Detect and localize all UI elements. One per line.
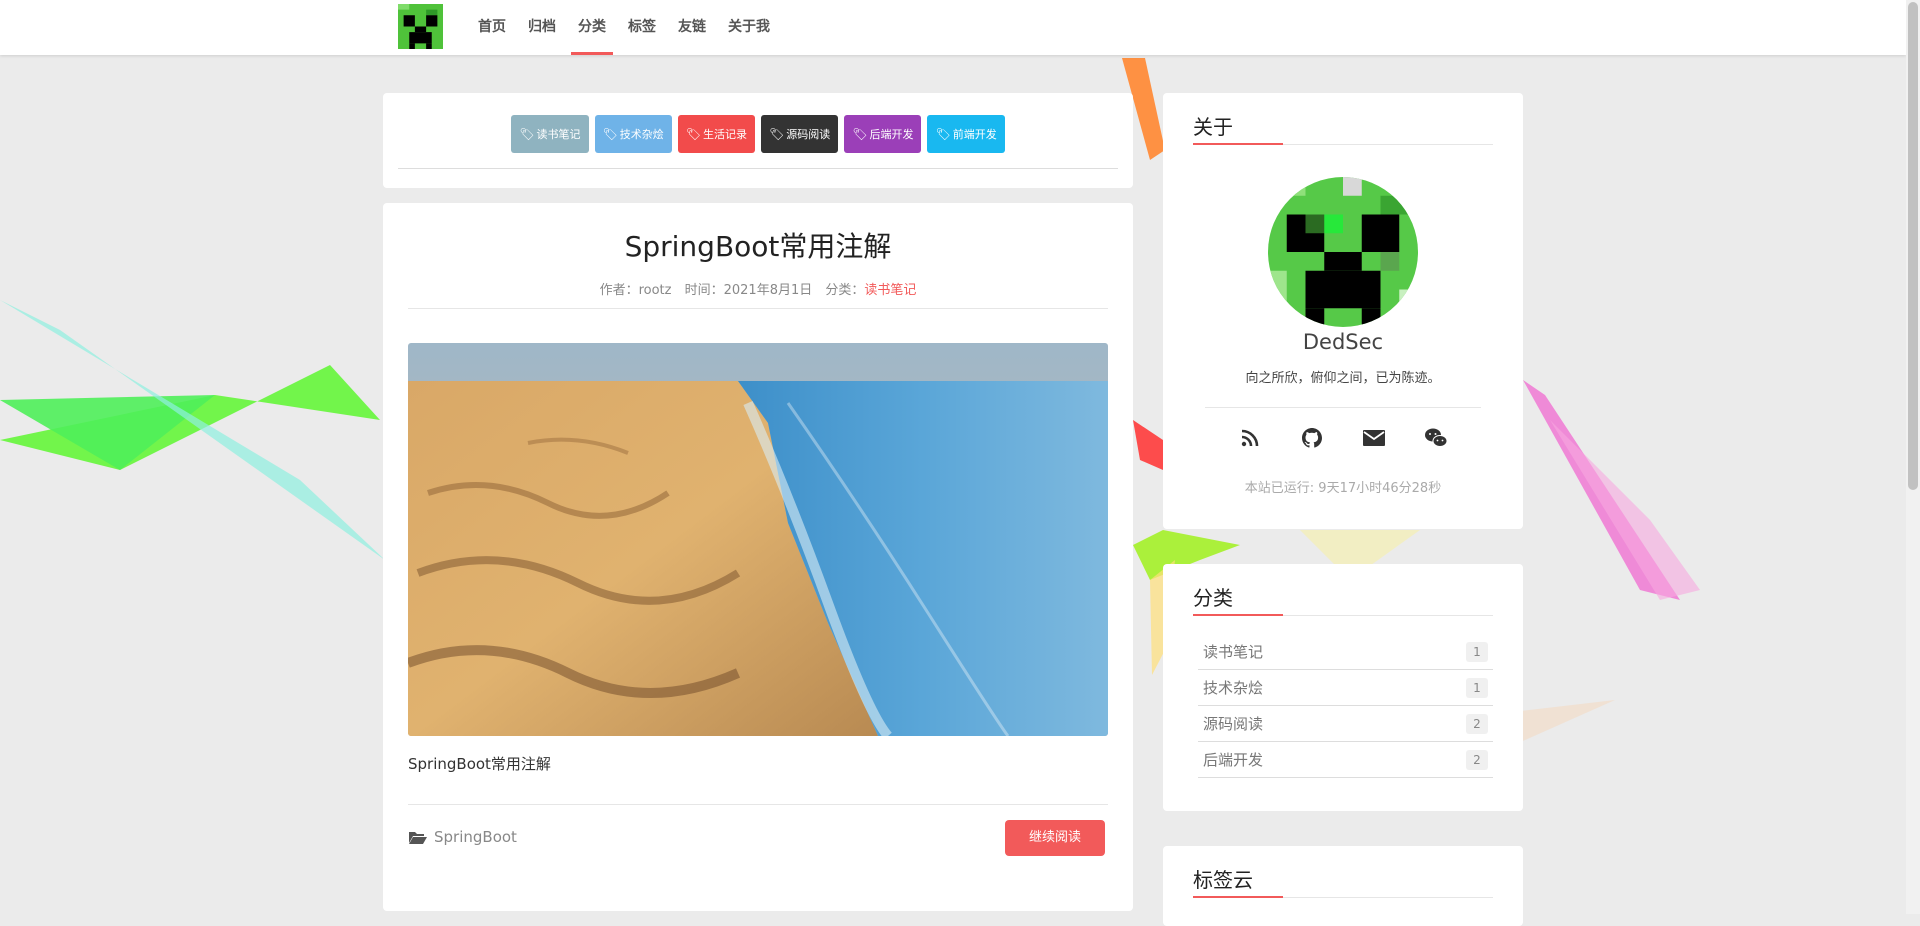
category-item[interactable]: 读书笔记 1 <box>1198 634 1493 670</box>
tag-icon: 🏷 <box>935 127 951 141</box>
tag-frontend[interactable]: 🏷 前端开发 <box>927 115 1005 153</box>
page-scrollbar[interactable] <box>1906 0 1920 914</box>
tag-reading-notes[interactable]: 🏷 读书笔记 <box>511 115 589 153</box>
category-count-badge: 1 <box>1466 677 1488 698</box>
category-count-badge: 1 <box>1466 641 1488 662</box>
divider <box>408 804 1108 805</box>
site-motto: 向之所欣，俯仰之间，已为陈迹。 <box>1245 371 1441 386</box>
title-accent <box>1193 143 1283 145</box>
tag-icon: 🏷 <box>769 127 785 141</box>
post-meta: 作者：rootz 时间：2021年8月1日 分类：读书笔记 <box>383 279 1133 298</box>
category-count-badge: 2 <box>1466 749 1488 770</box>
nav-menu: 首页 归档 分类 标签 友链 关于我 <box>467 0 781 55</box>
scrollbar-thumb[interactable] <box>1908 2 1918 490</box>
post-title[interactable]: SpringBoot常用注解 <box>383 225 1133 265</box>
category-name: 技术杂烩 <box>1203 679 1264 697</box>
wechat-icon[interactable] <box>1424 426 1448 450</box>
tag-backend[interactable]: 🏷 后端开发 <box>844 115 922 153</box>
divider <box>1205 407 1481 408</box>
divider <box>408 308 1108 309</box>
post-category-prefix: 分类： <box>825 283 865 298</box>
read-more-button[interactable]: 继续阅读 <box>1005 820 1105 856</box>
post-excerpt: SpringBoot常用注解 <box>408 755 551 773</box>
mail-icon[interactable] <box>1362 426 1386 450</box>
divider <box>398 168 1118 169</box>
about-title: 关于 <box>1193 115 1233 139</box>
avatar[interactable] <box>1268 177 1418 327</box>
nav-item-about-me[interactable]: 关于我 <box>717 0 781 55</box>
post-category-link[interactable]: 读书笔记 <box>864 283 916 298</box>
tag-cloud-title: 标签云 <box>1193 868 1253 892</box>
site-name: DedSec <box>1302 330 1384 354</box>
categories-card: 分类 读书笔记 1 技术杂烩 1 源码阅读 2 后端开发 2 <box>1163 564 1523 811</box>
tag-tech-misc[interactable]: 🏷 技术杂烩 <box>594 115 672 153</box>
tag-list: 🏷 读书笔记 🏷 技术杂烩 🏷 生活记录 🏷 源码阅读 🏷 后端开发 🏷 前端开发 <box>383 115 1133 153</box>
github-icon[interactable] <box>1300 426 1324 450</box>
tag-source-reading[interactable]: 🏷 源码阅读 <box>761 115 839 153</box>
tag-cloud-card: 标签云 <box>1163 846 1523 926</box>
post-author: 作者：rootz <box>599 283 672 298</box>
post-time: 时间：2021年8月1日 <box>684 283 813 298</box>
category-list: 读书笔记 1 技术杂烩 1 源码阅读 2 后端开发 2 <box>1198 634 1493 778</box>
category-item[interactable]: 源码阅读 2 <box>1198 706 1493 742</box>
title-accent <box>1193 614 1283 616</box>
post-tag-link[interactable]: SpringBoot <box>408 828 517 846</box>
tag-icon: 🏷 <box>852 127 868 141</box>
tag-icon: 🏷 <box>685 127 701 141</box>
category-name: 后端开发 <box>1203 751 1264 769</box>
post-card: SpringBoot常用注解 作者：rootz 时间：2021年8月1日 分类：… <box>383 203 1133 911</box>
about-card: 关于 DedSec 向之所欣，俯仰之间，已为陈迹。 本站已运行: 9天17小时4… <box>1163 93 1523 529</box>
categories-title: 分类 <box>1193 586 1233 610</box>
nav-item-tags[interactable]: 标签 <box>617 0 667 55</box>
category-name: 读书笔记 <box>1203 643 1264 661</box>
category-tag-bar: 🏷 读书笔记 🏷 技术杂烩 🏷 生活记录 🏷 源码阅读 🏷 后端开发 🏷 前端开发 <box>383 93 1133 188</box>
creeper-logo-icon[interactable] <box>398 4 443 49</box>
category-item[interactable]: 技术杂烩 1 <box>1198 670 1493 706</box>
nav-item-categories[interactable]: 分类 <box>567 0 617 55</box>
social-links <box>1163 426 1523 450</box>
nav-item-links[interactable]: 友链 <box>667 0 717 55</box>
tag-life-log[interactable]: 🏷 生活记录 <box>677 115 755 153</box>
category-name: 源码阅读 <box>1203 715 1264 733</box>
title-accent <box>1193 896 1283 898</box>
nav-item-home[interactable]: 首页 <box>467 0 517 55</box>
category-item[interactable]: 后端开发 2 <box>1198 742 1493 778</box>
category-count-badge: 2 <box>1466 713 1488 734</box>
tag-icon: 🏷 <box>602 127 618 141</box>
tag-icon: 🏷 <box>519 127 535 141</box>
top-nav-bar: 首页 归档 分类 标签 友链 关于我 <box>0 0 1906 55</box>
rss-icon[interactable] <box>1238 426 1262 450</box>
desert-meets-ocean-photo[interactable] <box>408 343 1108 736</box>
nav-item-archive[interactable]: 归档 <box>517 0 567 55</box>
site-uptime: 本站已运行: 9天17小时46分28秒 <box>1244 481 1442 496</box>
folder-open-icon <box>409 832 427 844</box>
